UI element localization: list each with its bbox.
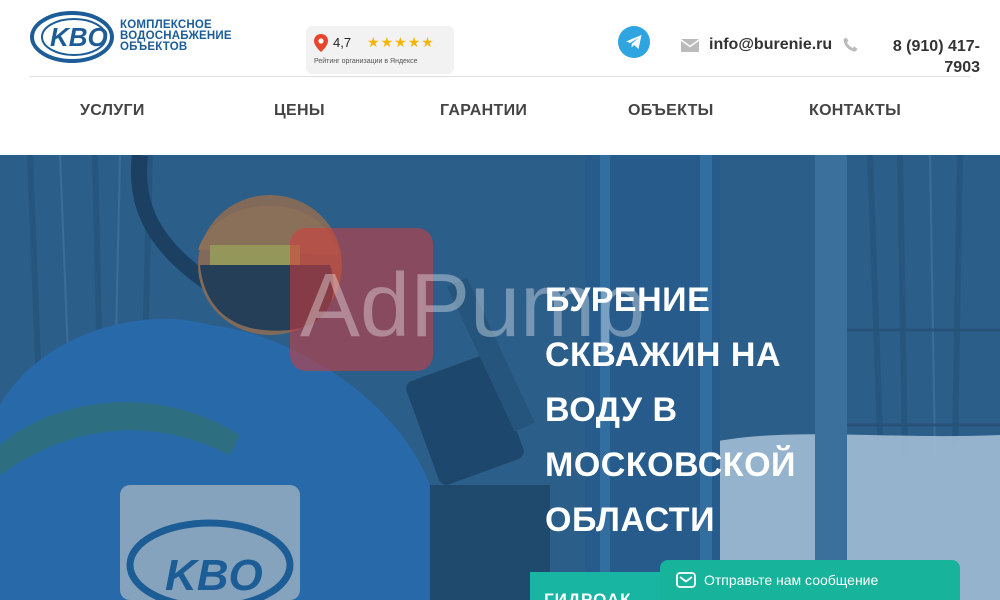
- rating-caption: Рейтинг организации в Яндексе: [314, 58, 418, 65]
- phone-link[interactable]: 8 (910) 417- 7903: [868, 36, 980, 78]
- logo-mark: KBO: [50, 22, 108, 52]
- site-header: KBO КОМПЛЕКСНОЕ ВОДОСНАБЖЕНИЕ ОБЪЕКТОВ 4…: [0, 0, 1000, 76]
- nav-item-objects[interactable]: ОБЪЕКТЫ: [628, 102, 714, 120]
- yandex-rating-badge[interactable]: 4,7 ★★★★★ Рейтинг организации в Яндексе: [306, 26, 454, 74]
- star-icon: ★: [421, 34, 435, 50]
- logo-line-3: ОБЪЕКТОВ: [120, 41, 188, 53]
- message-icon: [676, 572, 696, 588]
- star-icon: ★: [394, 34, 408, 50]
- hero-title-line: СКВАЖИН НА: [545, 336, 781, 374]
- email-link[interactable]: info@burenie.ru: [709, 36, 832, 54]
- phone-icon: [843, 37, 858, 52]
- map-pin-icon: [314, 34, 328, 52]
- star-icon: ★: [367, 34, 381, 50]
- telegram-button[interactable]: [618, 26, 650, 58]
- chat-widget[interactable]: Отправьте нам сообщение: [660, 560, 960, 600]
- hero-title-line: БУРЕНИЕ: [545, 281, 711, 319]
- logo-emblem: KBO: [30, 11, 114, 63]
- main-nav: УСЛУГИ ЦЕНЫ ГАРАНТИИ ОБЪЕКТЫ КОНТАКТЫ: [0, 96, 1000, 128]
- nav-item-prices[interactable]: ЦЕНЫ: [274, 102, 325, 120]
- hero-background-photo: KBO: [0, 155, 1000, 600]
- hero-title-line: ВОДУ В: [545, 391, 678, 429]
- hero-title-line: ОБЛАСТИ: [545, 501, 716, 539]
- phone-line-1: 8 (910) 417-: [892, 38, 980, 55]
- nav-item-contacts[interactable]: КОНТАКТЫ: [809, 102, 901, 120]
- hero-title: БУРЕНИЕ СКВАЖИН НА ВОДУ В МОСКОВСКОЙ ОБЛ…: [545, 273, 835, 548]
- nav-item-services[interactable]: УСЛУГИ: [80, 102, 145, 120]
- nav-item-guarantee[interactable]: ГАРАНТИИ: [440, 102, 527, 120]
- rating-stars: ★★★★★: [367, 34, 435, 51]
- star-icon: ★: [407, 34, 422, 50]
- rating-score: 4,7: [333, 35, 352, 50]
- company-logo[interactable]: KBO КОМПЛЕКСНОЕ ВОДОСНАБЖЕНИЕ ОБЪЕКТОВ: [30, 10, 260, 64]
- hero-cta-button[interactable]: ГИДРОАК: [530, 572, 670, 600]
- envelope-icon: [681, 39, 699, 52]
- hero-title-line: МОСКОВСКОЙ: [545, 446, 796, 484]
- hero-banner: KBO БУРЕНИЕ СКВАЖИН НА ВОДУ В МОСКОВСКОЙ…: [0, 155, 1000, 600]
- chat-label: Отправьте нам сообщение: [704, 572, 879, 588]
- star-icon: ★: [380, 34, 395, 50]
- telegram-icon: [626, 35, 642, 49]
- header-divider: [30, 76, 970, 77]
- logo-wordmark: КОМПЛЕКСНОЕ ВОДОСНАБЖЕНИЕ ОБЪЕКТОВ: [120, 19, 232, 53]
- phone-line-2: 7903: [944, 59, 980, 76]
